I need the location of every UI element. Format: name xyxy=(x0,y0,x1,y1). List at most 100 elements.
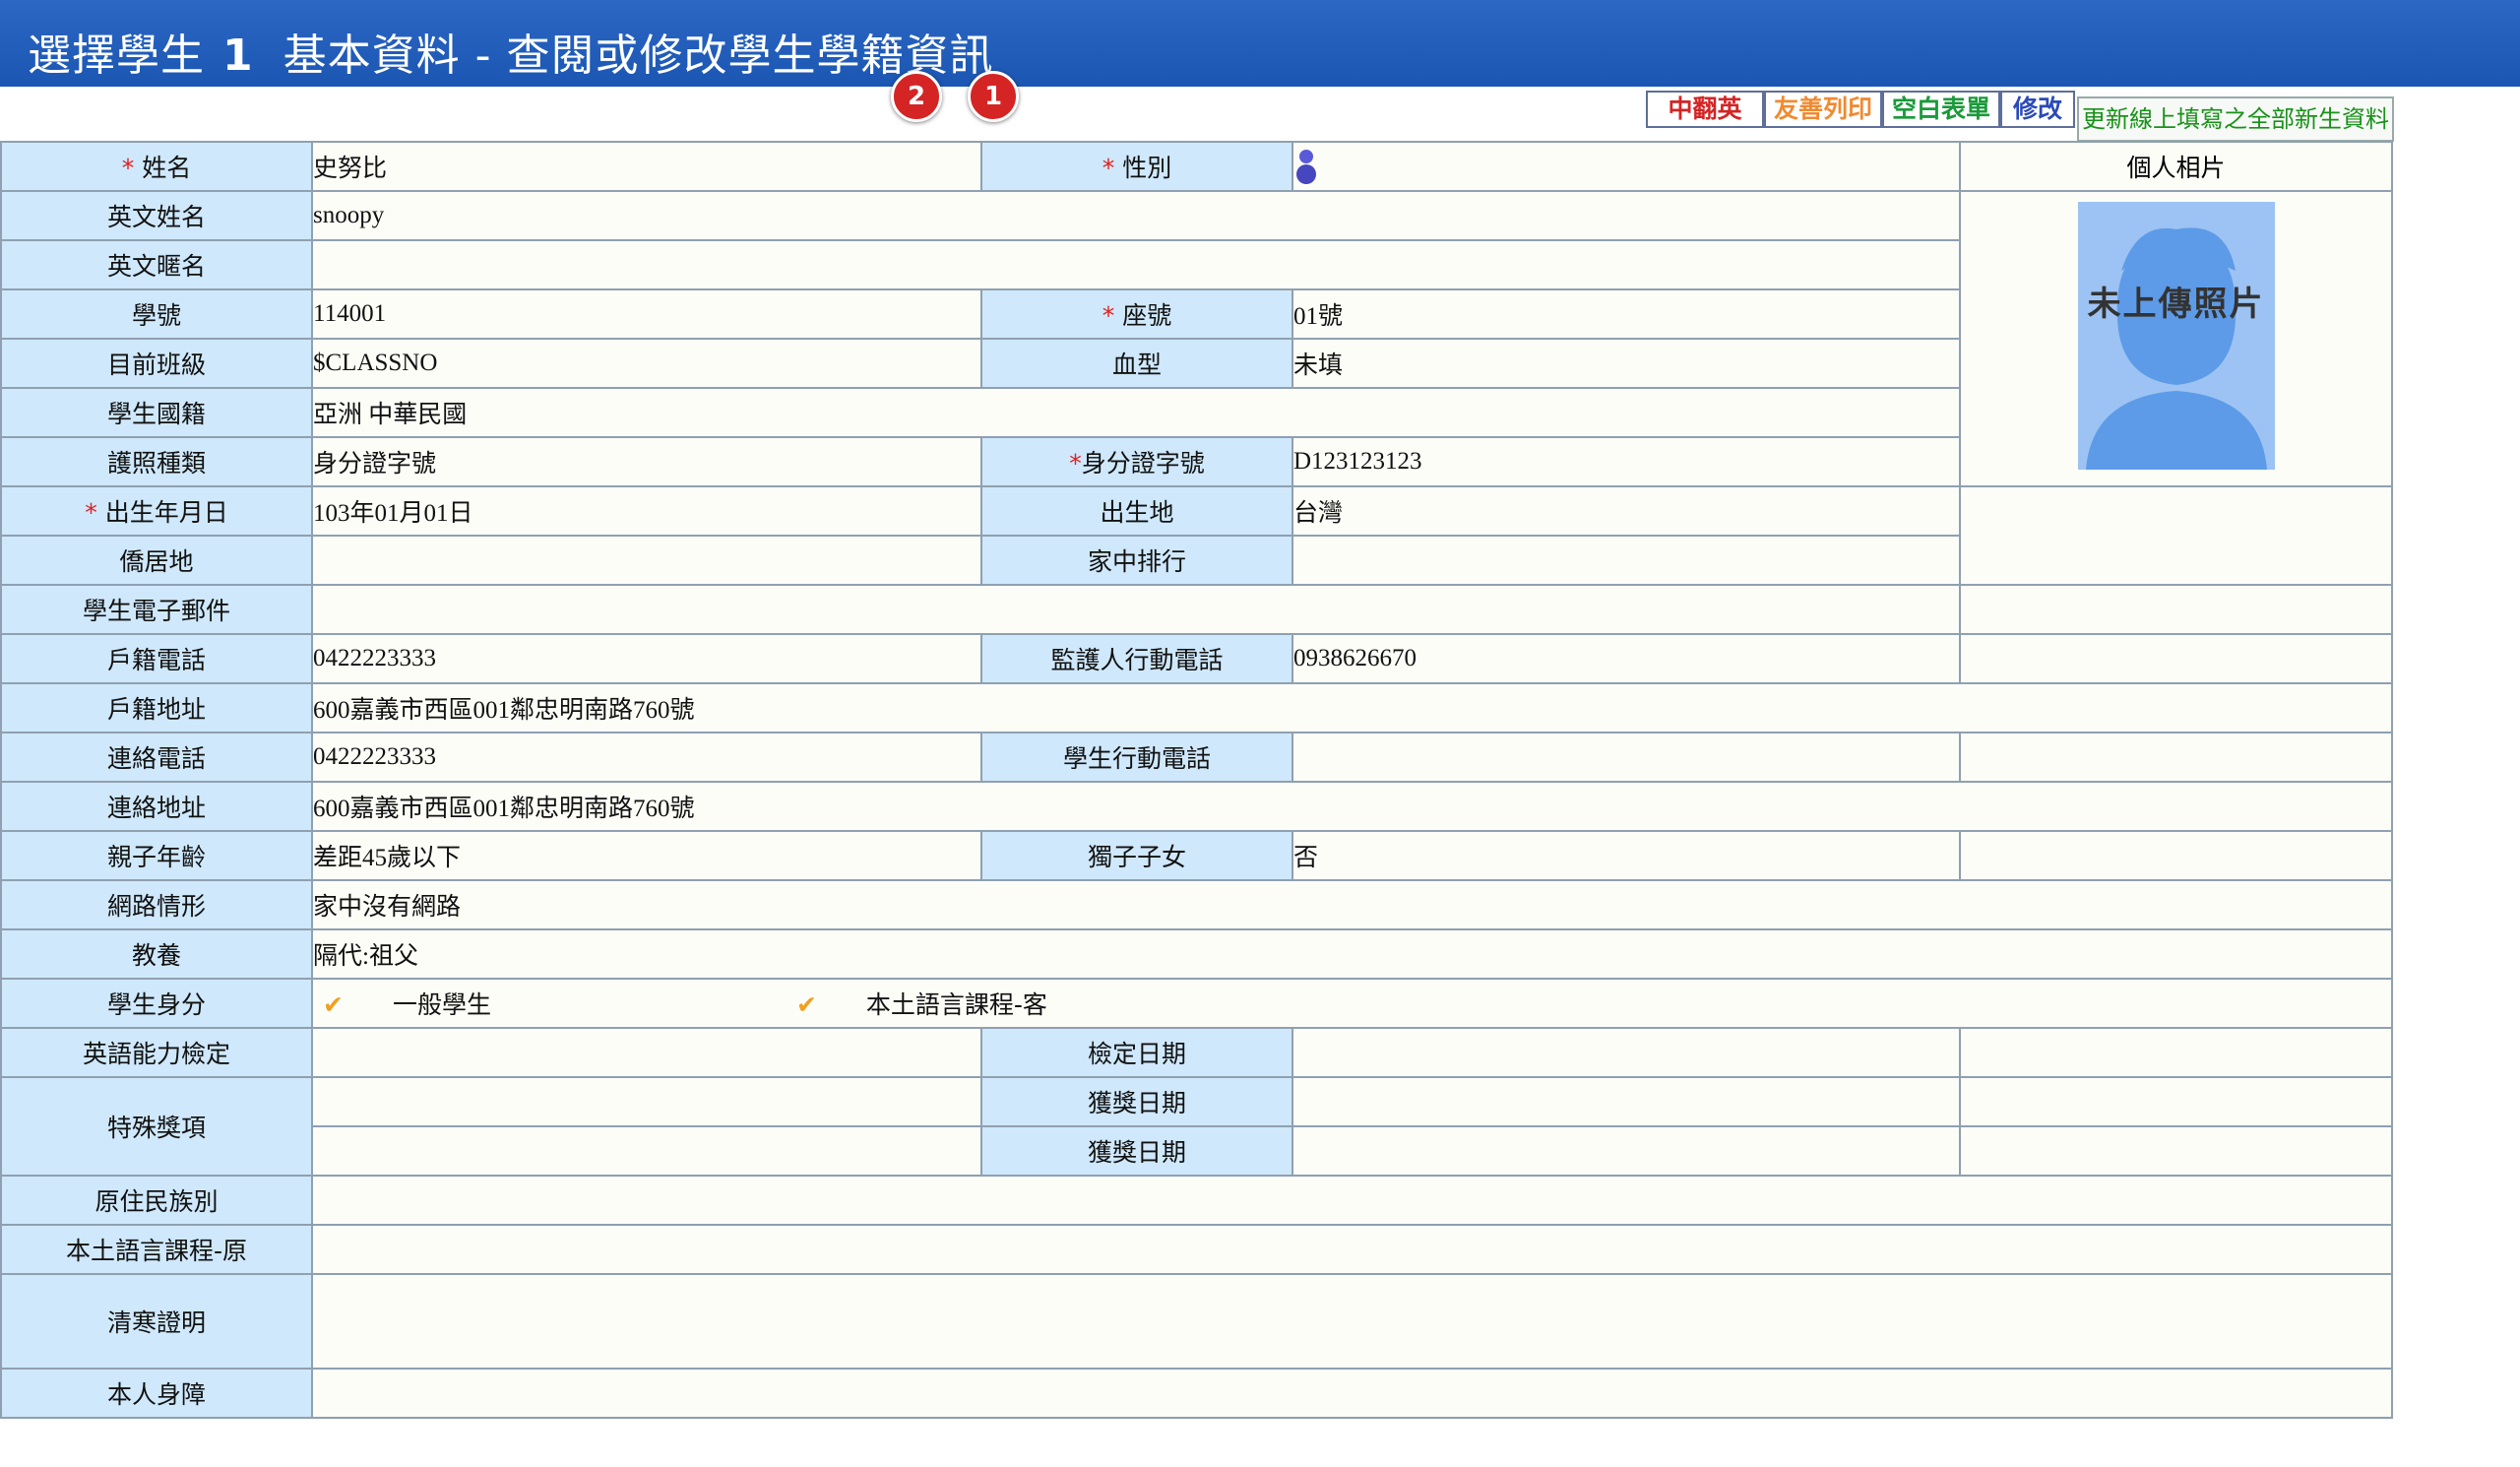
value-guardian-mobile: 0938626670 xyxy=(1292,633,1961,684)
label-nationality: 學生國籍 xyxy=(0,387,313,438)
value-seat-no: 01號 xyxy=(1292,288,1961,340)
student-number: 1 xyxy=(222,31,254,81)
identity-hakka: 本土語言課程-客 xyxy=(865,990,1047,1019)
label-class: 目前班級 xyxy=(0,338,313,389)
value-en-name: snoopy xyxy=(311,190,1961,241)
label-name: * 姓名 xyxy=(0,141,313,192)
label-birthplace: 出生地 xyxy=(980,485,1293,537)
annotation-badge-1: 1 xyxy=(968,71,1019,122)
photo-cell: 未上傳照片 xyxy=(1959,190,2393,487)
label-id-no: *身分證字號 xyxy=(980,436,1293,487)
value-identity: ✔ 一般學生 ✔ 本土語言課程-客 xyxy=(311,978,2393,1029)
print-button[interactable]: 友善列印 xyxy=(1764,91,1882,128)
identity-general: 一般學生 xyxy=(392,990,491,1019)
annotation-badge-2: 2 xyxy=(891,71,942,122)
blank-cell xyxy=(1959,584,2393,635)
value-native-lang xyxy=(311,1224,2393,1275)
title-prefix: 選擇學生 xyxy=(28,31,205,81)
label-sibling-rank: 家中排行 xyxy=(980,535,1293,586)
label-only-child: 獨子子女 xyxy=(980,830,1293,881)
value-birthday: 103年01月01日 xyxy=(311,485,982,537)
person-icon xyxy=(1296,150,1316,184)
value-nationality: 亞洲 中華民國 xyxy=(311,387,1961,438)
label-english-test: 英語能力檢定 xyxy=(0,1027,313,1078)
blank-cell xyxy=(1959,1027,2393,1078)
value-parent-age: 差距45歲以下 xyxy=(311,830,982,881)
value-award-date-1 xyxy=(1292,1076,1961,1127)
label-aboriginal: 原住民族別 xyxy=(0,1175,313,1226)
value-overseas xyxy=(311,535,982,586)
value-poverty xyxy=(311,1273,2393,1370)
value-birthplace: 台灣 xyxy=(1292,485,1961,537)
label-seat-no: * 座號 xyxy=(980,288,1293,340)
label-award-date-1: 獲獎日期 xyxy=(980,1076,1293,1127)
value-only-child: 否 xyxy=(1292,830,1961,881)
value-student-mobile xyxy=(1292,732,1961,783)
checkmark-icon: ✔ xyxy=(795,990,817,1019)
value-internet: 家中沒有網路 xyxy=(311,879,2393,930)
page-header: 選擇學生 1 基本資料 - 查閱或修改學生學籍資訊 xyxy=(0,0,2520,87)
label-contact-address: 連絡地址 xyxy=(0,781,313,832)
value-email xyxy=(311,584,1961,635)
value-home-phone: 0422223333 xyxy=(311,633,982,684)
photo-placeholder: 未上傳照片 xyxy=(2077,202,2275,470)
label-contact-phone: 連絡電話 xyxy=(0,732,313,783)
label-student-mobile: 學生行動電話 xyxy=(980,732,1293,783)
value-aboriginal xyxy=(311,1175,2393,1226)
label-identity: 學生身分 xyxy=(0,978,313,1029)
label-home-phone: 戶籍電話 xyxy=(0,633,313,684)
value-home-address: 600嘉義市西區001鄰忠明南路760號 xyxy=(311,682,2393,734)
blank-form-button[interactable]: 空白表單 xyxy=(1882,91,2000,128)
label-awards: 特殊獎項 xyxy=(0,1076,313,1177)
update-all-button[interactable]: 更新線上填寫之全部新生資料 xyxy=(2077,96,2394,142)
label-email: 學生電子郵件 xyxy=(0,584,313,635)
value-en-nick xyxy=(311,239,1961,290)
label-student-no: 學號 xyxy=(0,288,313,340)
value-award-2 xyxy=(311,1125,982,1177)
value-award-1 xyxy=(311,1076,982,1127)
blank-cell xyxy=(1959,732,2393,783)
label-en-name: 英文姓名 xyxy=(0,190,313,241)
label-parent-age: 親子年齡 xyxy=(0,830,313,881)
label-upbringing: 教養 xyxy=(0,928,313,980)
value-test-date xyxy=(1292,1027,1961,1078)
edit-button[interactable]: 修改 xyxy=(2000,91,2075,128)
value-student-no: 114001 xyxy=(311,288,982,340)
blank-cell xyxy=(1959,1076,2393,1127)
student-info-table: * 姓名 史努比 * 性別 個人相片 英文姓名 snoopy 未上傳照片 英文暱名 xyxy=(0,141,2393,1419)
label-passport-type: 護照種類 xyxy=(0,436,313,487)
blank-cell xyxy=(1959,1125,2393,1177)
value-gender xyxy=(1292,141,1961,192)
value-class: $CLASSNO xyxy=(311,338,982,389)
value-upbringing: 隔代:祖父 xyxy=(311,928,2393,980)
value-english-test xyxy=(311,1027,982,1078)
value-disability xyxy=(311,1368,2393,1419)
label-home-address: 戶籍地址 xyxy=(0,682,313,734)
label-blood: 血型 xyxy=(980,338,1293,389)
label-poverty: 清寒證明 xyxy=(0,1273,313,1370)
value-blood: 未填 xyxy=(1292,338,1961,389)
label-en-nick: 英文暱名 xyxy=(0,239,313,290)
value-name: 史努比 xyxy=(311,141,982,192)
value-sibling-rank xyxy=(1292,535,1961,586)
avatar-silhouette-icon xyxy=(2085,227,2267,470)
label-birthday: * 出生年月日 xyxy=(0,485,313,537)
page-title: 選擇學生 1 基本資料 - 查閱或修改學生學籍資訊 xyxy=(28,20,993,83)
label-guardian-mobile: 監護人行動電話 xyxy=(980,633,1293,684)
translate-button[interactable]: 中翻英 xyxy=(1646,91,1764,128)
value-award-date-2 xyxy=(1292,1125,1961,1177)
value-contact-phone: 0422223333 xyxy=(311,732,982,783)
value-contact-address: 600嘉義市西區001鄰忠明南路760號 xyxy=(311,781,2393,832)
blank-cell xyxy=(1959,633,2393,684)
blank-cell xyxy=(1959,485,2393,586)
value-passport-type: 身分證字號 xyxy=(311,436,982,487)
label-test-date: 檢定日期 xyxy=(980,1027,1293,1078)
blank-cell xyxy=(1959,830,2393,881)
checkmark-icon: ✔ xyxy=(323,990,344,1019)
label-award-date-2: 獲獎日期 xyxy=(980,1125,1293,1177)
label-internet: 網路情形 xyxy=(0,879,313,930)
photo-placeholder-text: 未上傳照片 xyxy=(2087,285,2265,324)
label-overseas: 僑居地 xyxy=(0,535,313,586)
label-gender: * 性別 xyxy=(980,141,1293,192)
title-main: 基本資料 - 查閱或修改學生學籍資訊 xyxy=(283,31,994,81)
